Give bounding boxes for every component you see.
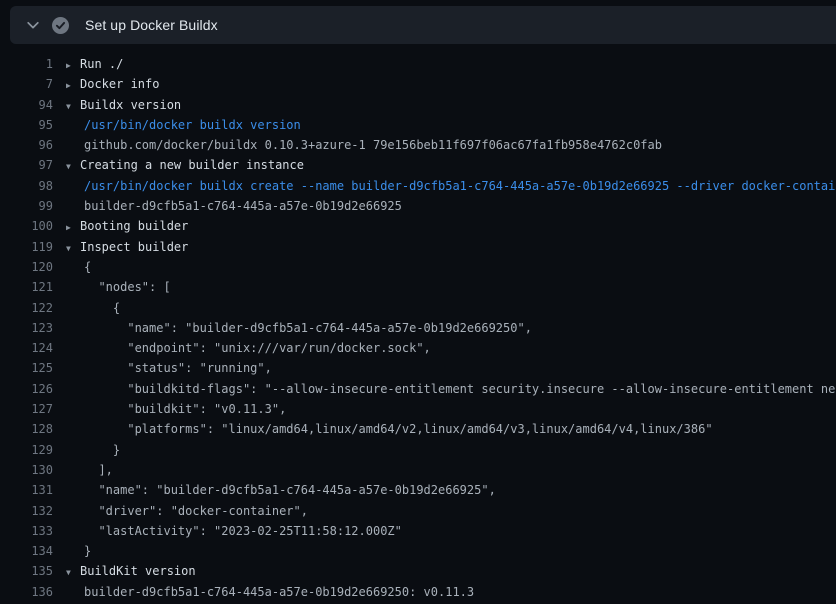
line-number[interactable]: 98 bbox=[0, 176, 53, 196]
log-line: 121 "nodes": [ bbox=[0, 277, 836, 297]
line-number[interactable]: 134 bbox=[0, 541, 53, 561]
triangle-down-icon: ▼ bbox=[66, 563, 80, 581]
line-number[interactable]: 131 bbox=[0, 480, 53, 500]
line-number[interactable]: 96 bbox=[0, 135, 53, 155]
log-line-text: ], bbox=[84, 460, 113, 480]
line-number[interactable]: 129 bbox=[0, 440, 53, 460]
triangle-down-icon: ▼ bbox=[66, 239, 80, 257]
triangle-right-icon: ▶ bbox=[66, 76, 80, 94]
log-line-text: "nodes": [ bbox=[84, 277, 171, 297]
log-line-text: /usr/bin/docker buildx create --name bui… bbox=[84, 176, 836, 196]
log-line[interactable]: 100 ▶ Booting builder bbox=[0, 216, 836, 236]
log-line: 130 ], bbox=[0, 460, 836, 480]
step-title: Set up Docker Buildx bbox=[85, 17, 218, 33]
log-line-text: "buildkit": "v0.11.3", bbox=[84, 399, 286, 419]
log-line-text: { bbox=[84, 298, 120, 318]
check-circle-icon bbox=[52, 17, 69, 34]
log-line: 129 } bbox=[0, 440, 836, 460]
log-line: 124 "endpoint": "unix:///var/run/docker.… bbox=[0, 338, 836, 358]
log-line: 132 "driver": "docker-container", bbox=[0, 501, 836, 521]
line-number[interactable]: 135 bbox=[0, 561, 53, 581]
log-line[interactable]: 1 ▶ Run ./ bbox=[0, 54, 836, 74]
log-line: 127 "buildkit": "v0.11.3", bbox=[0, 399, 836, 419]
log-line: 99 builder-d9cfb5a1-c764-445a-a57e-0b19d… bbox=[0, 196, 836, 216]
log-line-text: Inspect builder bbox=[80, 237, 188, 257]
log-line-text: "name": "builder-d9cfb5a1-c764-445a-a57e… bbox=[84, 480, 496, 500]
log-line-text: builder-d9cfb5a1-c764-445a-a57e-0b19d2e6… bbox=[84, 196, 402, 216]
log-line-text: "endpoint": "unix:///var/run/docker.sock… bbox=[84, 338, 431, 358]
log-line-text: Booting builder bbox=[80, 216, 188, 236]
workflow-log-panel: Set up Docker Buildx 1 ▶ Run ./ 7 ▶ Dock… bbox=[0, 0, 836, 604]
log-line-text: /usr/bin/docker buildx version bbox=[84, 115, 301, 135]
log-line: 126 "buildkitd-flags": "--allow-insecure… bbox=[0, 379, 836, 399]
log-line-text: "lastActivity": "2023-02-25T11:58:12.000… bbox=[84, 521, 402, 541]
log-line[interactable]: 135 ▼ BuildKit version bbox=[0, 561, 836, 581]
line-number[interactable]: 126 bbox=[0, 379, 53, 399]
log-line-text: Creating a new builder instance bbox=[80, 155, 304, 175]
log-line: 96 github.com/docker/buildx 0.10.3+azure… bbox=[0, 135, 836, 155]
triangle-right-icon: ▶ bbox=[66, 218, 80, 236]
log-line-text: builder-d9cfb5a1-c764-445a-a57e-0b19d2e6… bbox=[84, 582, 474, 602]
line-number[interactable]: 95 bbox=[0, 115, 53, 135]
log-line-text: github.com/docker/buildx 0.10.3+azure-1 … bbox=[84, 135, 662, 155]
log-lines-container: 1 ▶ Run ./ 7 ▶ Docker info 94 ▼ Buildx v… bbox=[0, 54, 836, 602]
log-line-text: "buildkitd-flags": "--allow-insecure-ent… bbox=[84, 379, 836, 399]
log-line-text: Run ./ bbox=[80, 54, 123, 74]
chevron-down-icon[interactable] bbox=[26, 18, 40, 32]
log-line-text: "status": "running", bbox=[84, 358, 272, 378]
line-number[interactable]: 127 bbox=[0, 399, 53, 419]
line-number[interactable]: 7 bbox=[0, 74, 53, 94]
log-line: 120 { bbox=[0, 257, 836, 277]
line-number[interactable]: 136 bbox=[0, 582, 53, 602]
log-line[interactable]: 7 ▶ Docker info bbox=[0, 74, 836, 94]
log-line: 136 builder-d9cfb5a1-c764-445a-a57e-0b19… bbox=[0, 582, 836, 602]
log-line-text: } bbox=[84, 440, 120, 460]
log-line: 125 "status": "running", bbox=[0, 358, 836, 378]
log-line: 95 /usr/bin/docker buildx version bbox=[0, 115, 836, 135]
log-line-text: Buildx version bbox=[80, 95, 181, 115]
log-line-text: "driver": "docker-container", bbox=[84, 501, 308, 521]
log-line-text: } bbox=[84, 541, 91, 561]
line-number[interactable]: 124 bbox=[0, 338, 53, 358]
line-number[interactable]: 132 bbox=[0, 501, 53, 521]
line-number[interactable]: 133 bbox=[0, 521, 53, 541]
triangle-right-icon: ▶ bbox=[66, 56, 80, 74]
line-number[interactable]: 123 bbox=[0, 318, 53, 338]
log-line: 122 { bbox=[0, 298, 836, 318]
line-number[interactable]: 128 bbox=[0, 419, 53, 439]
log-line[interactable]: 94 ▼ Buildx version bbox=[0, 95, 836, 115]
log-line: 131 "name": "builder-d9cfb5a1-c764-445a-… bbox=[0, 480, 836, 500]
line-number[interactable]: 122 bbox=[0, 298, 53, 318]
log-line: 98 /usr/bin/docker buildx create --name … bbox=[0, 176, 836, 196]
log-line[interactable]: 119 ▼ Inspect builder bbox=[0, 237, 836, 257]
log-line-text: "name": "builder-d9cfb5a1-c764-445a-a57e… bbox=[84, 318, 532, 338]
log-line: 128 "platforms": "linux/amd64,linux/amd6… bbox=[0, 419, 836, 439]
line-number[interactable]: 130 bbox=[0, 460, 53, 480]
line-number[interactable]: 94 bbox=[0, 95, 53, 115]
line-number[interactable]: 120 bbox=[0, 257, 53, 277]
line-number[interactable]: 99 bbox=[0, 196, 53, 216]
triangle-down-icon: ▼ bbox=[66, 97, 80, 115]
log-line: 133 "lastActivity": "2023-02-25T11:58:12… bbox=[0, 521, 836, 541]
log-line[interactable]: 97 ▼ Creating a new builder instance bbox=[0, 155, 836, 175]
log-line: 134 } bbox=[0, 541, 836, 561]
triangle-down-icon: ▼ bbox=[66, 157, 80, 175]
log-line-text: BuildKit version bbox=[80, 561, 196, 581]
step-header[interactable]: Set up Docker Buildx bbox=[10, 6, 836, 44]
line-number[interactable]: 119 bbox=[0, 237, 53, 257]
line-number[interactable]: 125 bbox=[0, 358, 53, 378]
log-line-text: { bbox=[84, 257, 91, 277]
log-line-text: Docker info bbox=[80, 74, 159, 94]
log-line-text: "platforms": "linux/amd64,linux/amd64/v2… bbox=[84, 419, 713, 439]
line-number[interactable]: 1 bbox=[0, 54, 53, 74]
line-number[interactable]: 97 bbox=[0, 155, 53, 175]
log-line: 123 "name": "builder-d9cfb5a1-c764-445a-… bbox=[0, 318, 836, 338]
line-number[interactable]: 100 bbox=[0, 216, 53, 236]
line-number[interactable]: 121 bbox=[0, 277, 53, 297]
